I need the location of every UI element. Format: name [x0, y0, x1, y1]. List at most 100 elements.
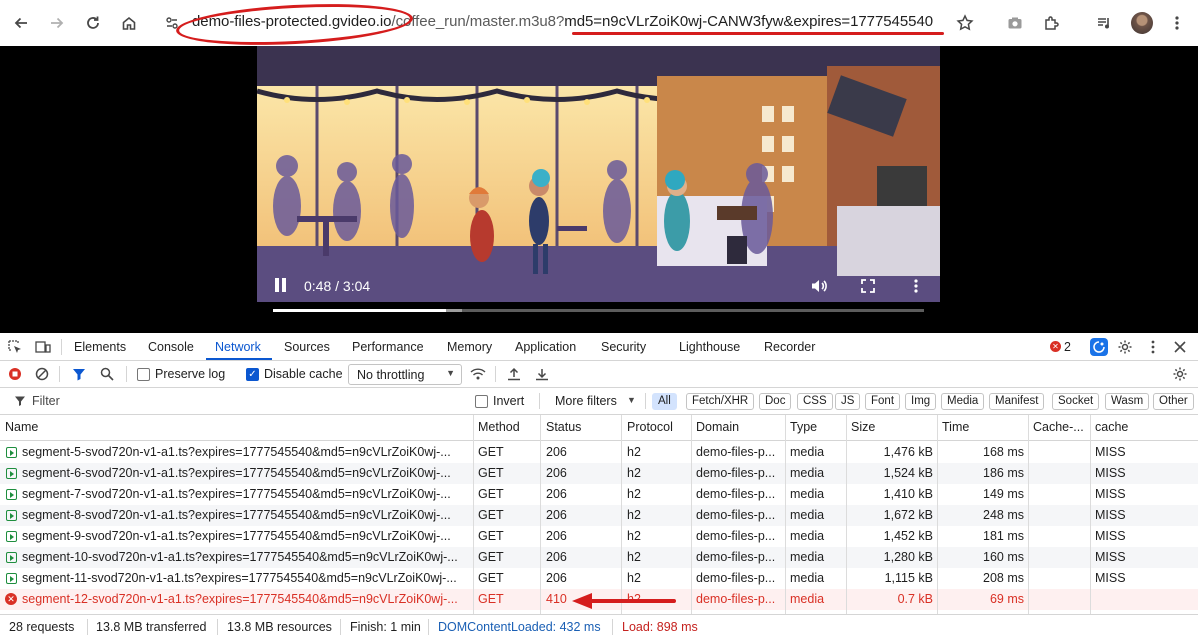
cell-protocol: h2 [627, 550, 641, 564]
cell-time: 160 ms [983, 550, 1024, 564]
url-query: md5=n9cVLrZoiK0wj-CANW3fyw&expires=17775… [564, 13, 934, 30]
video-scene-illustration [257, 46, 940, 302]
forward-icon[interactable] [45, 11, 69, 35]
network-conditions-icon[interactable] [469, 365, 487, 383]
tab-security[interactable]: Security [601, 340, 646, 354]
table-row[interactable]: segment-9-svod720n-v1-a1.ts?expires=1777… [0, 526, 1198, 547]
column-header-cache[interactable]: cache [1095, 420, 1128, 434]
close-devtools-icon[interactable] [1171, 338, 1189, 356]
cell-name: segment-10-svod720n-v1-a1.ts?expires=177… [22, 550, 458, 564]
export-har-icon[interactable] [533, 365, 551, 383]
profile-avatar[interactable] [1131, 12, 1153, 34]
cell-time: 149 ms [983, 487, 1024, 501]
preserve-log-checkbox[interactable] [137, 368, 150, 381]
volume-icon[interactable] [809, 276, 829, 296]
extensions-icon[interactable] [1039, 11, 1063, 35]
record-stop-icon[interactable] [6, 365, 24, 383]
reload-icon[interactable] [81, 11, 105, 35]
column-header-status[interactable]: Status [546, 420, 581, 434]
back-icon[interactable] [9, 11, 33, 35]
more-filters-button[interactable]: More filters [555, 394, 617, 408]
video-progress-bar[interactable] [273, 309, 924, 312]
column-header-method[interactable]: Method [478, 420, 520, 434]
search-icon[interactable] [98, 365, 116, 383]
tab-network[interactable]: Network [215, 340, 261, 354]
error-count-icon[interactable]: ✕ [1050, 341, 1061, 352]
table-row[interactable]: segment-6-svod720n-v1-a1.ts?expires=1777… [0, 463, 1198, 484]
resources-size: 13.8 MB resources [227, 620, 332, 634]
chevron-down-icon: ▼ [446, 368, 455, 378]
column-header-cache-control[interactable]: Cache-... [1033, 420, 1084, 434]
tab-console[interactable]: Console [148, 340, 194, 354]
menu-kebab-icon[interactable] [1165, 11, 1189, 35]
video-more-icon[interactable] [906, 276, 926, 296]
cell-name: segment-12-svod720n-v1-a1.ts?expires=177… [22, 592, 458, 606]
network-settings-gear-icon[interactable] [1171, 365, 1189, 383]
cell-domain: demo-files-p... [696, 466, 776, 480]
devtools-more-icon[interactable] [1144, 338, 1162, 356]
ai-assistance-icon[interactable] [1090, 338, 1108, 356]
column-divider [473, 415, 474, 614]
inspect-element-icon[interactable] [6, 338, 24, 356]
cell-method: GET [478, 592, 504, 606]
error-icon: ✕ [5, 593, 17, 605]
column-header-name[interactable]: Name [5, 420, 38, 434]
bookmark-star-icon[interactable] [953, 11, 977, 35]
import-har-icon[interactable] [505, 365, 523, 383]
home-icon[interactable] [117, 11, 141, 35]
type-filter-js[interactable]: JS [835, 393, 861, 410]
type-filter-img[interactable]: Img [905, 393, 937, 410]
pause-icon[interactable] [274, 278, 288, 294]
device-toolbar-icon[interactable] [34, 338, 52, 356]
type-filter-media[interactable]: Media [941, 393, 985, 410]
type-filter-fetch-xhr[interactable]: Fetch/XHR [686, 393, 755, 410]
tab-elements[interactable]: Elements [74, 340, 126, 354]
cell-status: 206 [546, 529, 567, 543]
column-header-type[interactable]: Type [790, 420, 817, 434]
throttling-select[interactable]: No throttling ▼ [348, 364, 462, 385]
table-row[interactable]: segment-8-svod720n-v1-a1.ts?expires=1777… [0, 505, 1198, 526]
column-header-time[interactable]: Time [942, 420, 969, 434]
type-filter-doc[interactable]: Doc [759, 393, 792, 410]
browser-toolbar: demo-files-protected.gvideo.io/coffee_ru… [0, 0, 1198, 51]
tab-memory[interactable]: Memory [447, 340, 492, 354]
column-header-size[interactable]: Size [851, 420, 875, 434]
type-filter-socket[interactable]: Socket [1052, 393, 1100, 410]
filter-funnel-icon[interactable] [70, 365, 88, 383]
table-row[interactable]: segment-5-svod720n-v1-a1.ts?expires=1777… [0, 442, 1198, 463]
tab-lighthouse[interactable]: Lighthouse [679, 340, 740, 354]
dom-content-loaded: DOMContentLoaded: 432 ms [438, 620, 601, 634]
cell-domain: demo-files-p... [696, 571, 776, 585]
type-filter-css[interactable]: CSS [797, 393, 833, 410]
filter-input[interactable]: Filter [32, 394, 60, 408]
invert-checkbox[interactable] [475, 395, 488, 408]
tab-performance[interactable]: Performance [352, 340, 424, 354]
settings-gear-icon[interactable] [1116, 338, 1134, 356]
tab-sources[interactable]: Sources [284, 340, 330, 354]
cell-time: 248 ms [983, 508, 1024, 522]
annotation-underline [572, 32, 944, 35]
cell-name: segment-6-svod720n-v1-a1.ts?expires=1777… [22, 466, 451, 480]
table-row[interactable]: segment-7-svod720n-v1-a1.ts?expires=1777… [0, 484, 1198, 505]
table-row[interactable]: segment-11-svod720n-v1-a1.ts?expires=177… [0, 568, 1198, 589]
column-header-domain[interactable]: Domain [696, 420, 739, 434]
column-header-protocol[interactable]: Protocol [627, 420, 673, 434]
table-row[interactable]: segment-10-svod720n-v1-a1.ts?expires=177… [0, 547, 1198, 568]
clear-icon[interactable] [33, 365, 51, 383]
cell-method: GET [478, 571, 504, 585]
divider [539, 393, 540, 409]
error-count[interactable]: 2 [1064, 340, 1071, 354]
media-control-icon[interactable] [1092, 11, 1116, 35]
disable-cache-checkbox[interactable]: ✓ [246, 368, 259, 381]
camera-icon[interactable] [1003, 11, 1027, 35]
tab-application[interactable]: Application [515, 340, 576, 354]
type-filter-manifest[interactable]: Manifest [989, 393, 1045, 410]
type-filter-other[interactable]: Other [1153, 393, 1194, 410]
tab-recorder[interactable]: Recorder [764, 340, 815, 354]
type-filter-all[interactable]: All [652, 393, 677, 410]
type-filter-wasm[interactable]: Wasm [1105, 393, 1150, 410]
cell-protocol: h2 [627, 445, 641, 459]
video-frame[interactable] [257, 46, 940, 302]
type-filter-font[interactable]: Font [865, 393, 901, 410]
fullscreen-icon[interactable] [858, 276, 878, 296]
